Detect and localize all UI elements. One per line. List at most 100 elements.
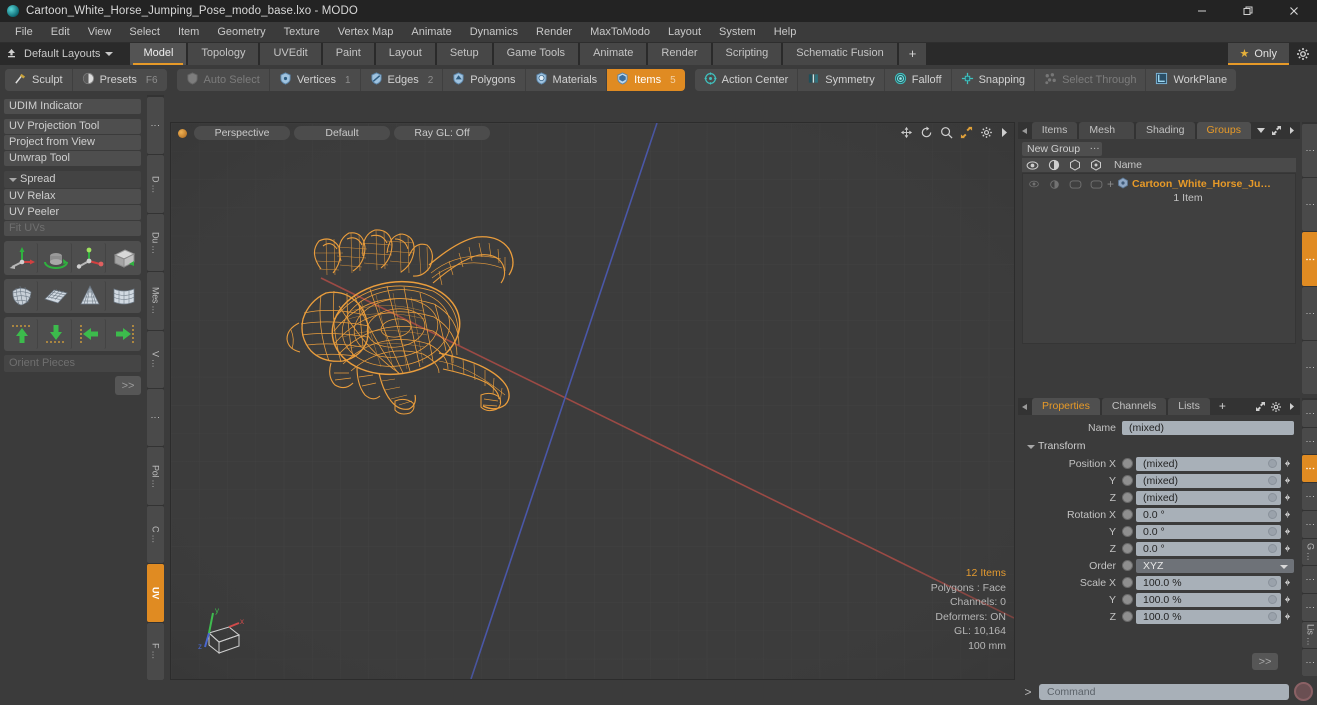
eye-icon[interactable] [1022,160,1043,170]
left-vtab-0[interactable]: ⋮ [147,97,164,155]
left-vtab-2[interactable]: Du … [147,213,164,272]
left-panel-more-button[interactable]: >> [115,376,141,395]
property-select[interactable]: XYZ [1136,558,1294,573]
layout-tab-animate[interactable]: Animate [579,43,648,65]
items-vtab-3[interactable]: ⋮ [1302,286,1317,340]
udim-indicator-button[interactable]: UDIM Indicator [4,99,141,114]
sphere-uv-icon[interactable] [108,281,139,311]
property-spinner-icon[interactable] [1281,593,1294,607]
tab-lists[interactable]: Lists [1168,398,1210,415]
unwrap-tool-button[interactable]: Unwrap Tool [4,151,141,166]
toolbar-button-presets[interactable]: Presets F6 [72,69,167,91]
arrow-right-icon[interactable] [1284,398,1300,415]
menu-item-file[interactable]: File [6,22,42,43]
left-vtab-4[interactable]: V … [147,330,164,389]
property-spinner-icon[interactable] [1281,508,1294,522]
toolbar-button-edges[interactable]: Edges 2 [360,69,444,91]
rotate-uv-icon[interactable] [40,243,72,273]
layout-tab-setup[interactable]: Setup [435,43,493,65]
menu-item-edit[interactable]: Edit [42,22,79,43]
cone-uv-icon[interactable] [74,281,106,311]
ghost-icon[interactable] [1085,159,1106,171]
name-field[interactable]: (mixed) [1122,421,1294,436]
expand-icon[interactable] [1252,398,1268,415]
scale-uv-icon[interactable] [74,243,106,273]
property-channel-toggle[interactable] [1122,509,1133,521]
viewport-shading-dropdown[interactable]: Default [294,126,390,140]
uv-peeler-button[interactable]: UV Peeler [4,205,141,220]
only-button[interactable]: ★ Only [1227,43,1289,65]
toolbar-button-auto-select[interactable]: Auto Select [176,69,270,91]
property-value-field[interactable]: 0.0 ° [1136,507,1281,522]
toolbar-button-falloff[interactable]: Falloff [884,69,952,91]
expand-icon[interactable] [1269,122,1285,139]
fit-icon[interactable] [960,126,973,139]
layout-tab-model[interactable]: Model [129,43,188,65]
toolbar-button-select-through[interactable]: Select Through [1035,69,1147,91]
move-uv-icon[interactable] [6,243,38,273]
property-channel-toggle[interactable] [1122,577,1133,589]
prop-vtab-3[interactable]: ⋮ [1302,483,1317,510]
menu-item-texture[interactable]: Texture [275,22,329,43]
menu-item-help[interactable]: Help [765,22,806,43]
layout-tab-layout[interactable]: Layout [374,43,436,65]
maximize-icon[interactable] [1225,0,1271,22]
uv-projection-tool-button[interactable]: UV Projection Tool [4,119,141,134]
items-vtab-4[interactable]: ⋮ [1302,340,1317,395]
render-icon[interactable] [1043,159,1064,171]
tab-mesh[interactable]: Mesh … [1079,122,1134,152]
project-from-view-button[interactable]: Project from View [4,135,141,150]
property-channel-toggle[interactable] [1122,543,1133,555]
menu-item-geometry[interactable]: Geometry [208,22,274,43]
menu-item-layout[interactable]: Layout [659,22,710,43]
property-value-field[interactable]: 100.0 % [1136,575,1281,590]
tab-channels[interactable]: Channels [1101,398,1167,415]
property-channel-toggle[interactable] [1122,611,1133,623]
items-tree-body[interactable]: + Cartoon_White_Horse_Ju… 1 Item [1022,173,1296,344]
menu-item-select[interactable]: Select [120,22,169,43]
shade-icon[interactable] [1064,159,1085,171]
minimize-icon[interactable] [1179,0,1225,22]
layout-tab-paint[interactable]: Paint [321,43,375,65]
close-icon[interactable] [1271,0,1317,22]
gear-icon[interactable] [1268,398,1284,415]
toolbar-button-symmetry[interactable]: Symmetry [798,69,885,91]
tab-properties[interactable]: Properties [1032,398,1100,415]
property-spinner-icon[interactable] [1281,610,1294,624]
property-channel-toggle[interactable] [1122,458,1133,470]
prop-vtab-0[interactable]: ⋮ [1302,400,1317,427]
panel-menu-icon[interactable] [1018,398,1032,415]
record-icon[interactable] [1294,682,1313,701]
zoom-icon[interactable] [940,126,953,139]
tab-items[interactable]: Items [1031,122,1078,139]
property-value-field[interactable]: (mixed) [1136,473,1281,488]
layout-tab-scripting[interactable]: Scripting [711,43,783,65]
left-vtab-3[interactable]: Mes … [147,272,164,330]
prop-vtab-7[interactable]: ⋮ [1302,593,1317,621]
toolbar-button-snapping[interactable]: Snapping [951,69,1036,91]
toolbar-button-items[interactable]: Items 5 [607,69,685,91]
property-value-field[interactable]: 100.0 % [1136,592,1281,607]
property-value-field[interactable]: 0.0 ° [1136,541,1281,556]
property-channel-toggle[interactable] [1122,475,1133,487]
toolbar-button-workplane[interactable]: WorkPlane [1146,69,1237,91]
row-ghost-icon[interactable] [1086,179,1107,189]
align-right-icon[interactable] [108,319,139,349]
items-vtab-1[interactable]: ⋮ [1302,178,1317,232]
row-render-icon[interactable] [1044,179,1065,190]
layout-tab-render[interactable]: Render [647,43,712,65]
tab-groups[interactable]: Groups [1196,122,1251,139]
group-item-name[interactable]: Cartoon_White_Horse_Ju… [1132,178,1271,190]
left-vtab-9[interactable]: F … [147,622,164,681]
menu-item-animate[interactable]: Animate [402,22,460,43]
property-spinner-icon[interactable] [1281,457,1294,471]
viewport-view-dropdown[interactable]: Perspective [194,126,290,140]
orient-pieces-field[interactable]: Orient Pieces [4,355,141,372]
prop-vtab-6[interactable]: ⋮ [1302,566,1317,593]
left-vtab-8[interactable]: UV [147,564,164,622]
expand-plus-icon[interactable]: + [1107,177,1114,191]
property-spinner-icon[interactable] [1281,576,1294,590]
chevron-down-icon[interactable] [1253,122,1269,139]
add-layout-tab-button[interactable]: + [897,43,928,65]
row-shade-icon[interactable] [1065,179,1086,189]
